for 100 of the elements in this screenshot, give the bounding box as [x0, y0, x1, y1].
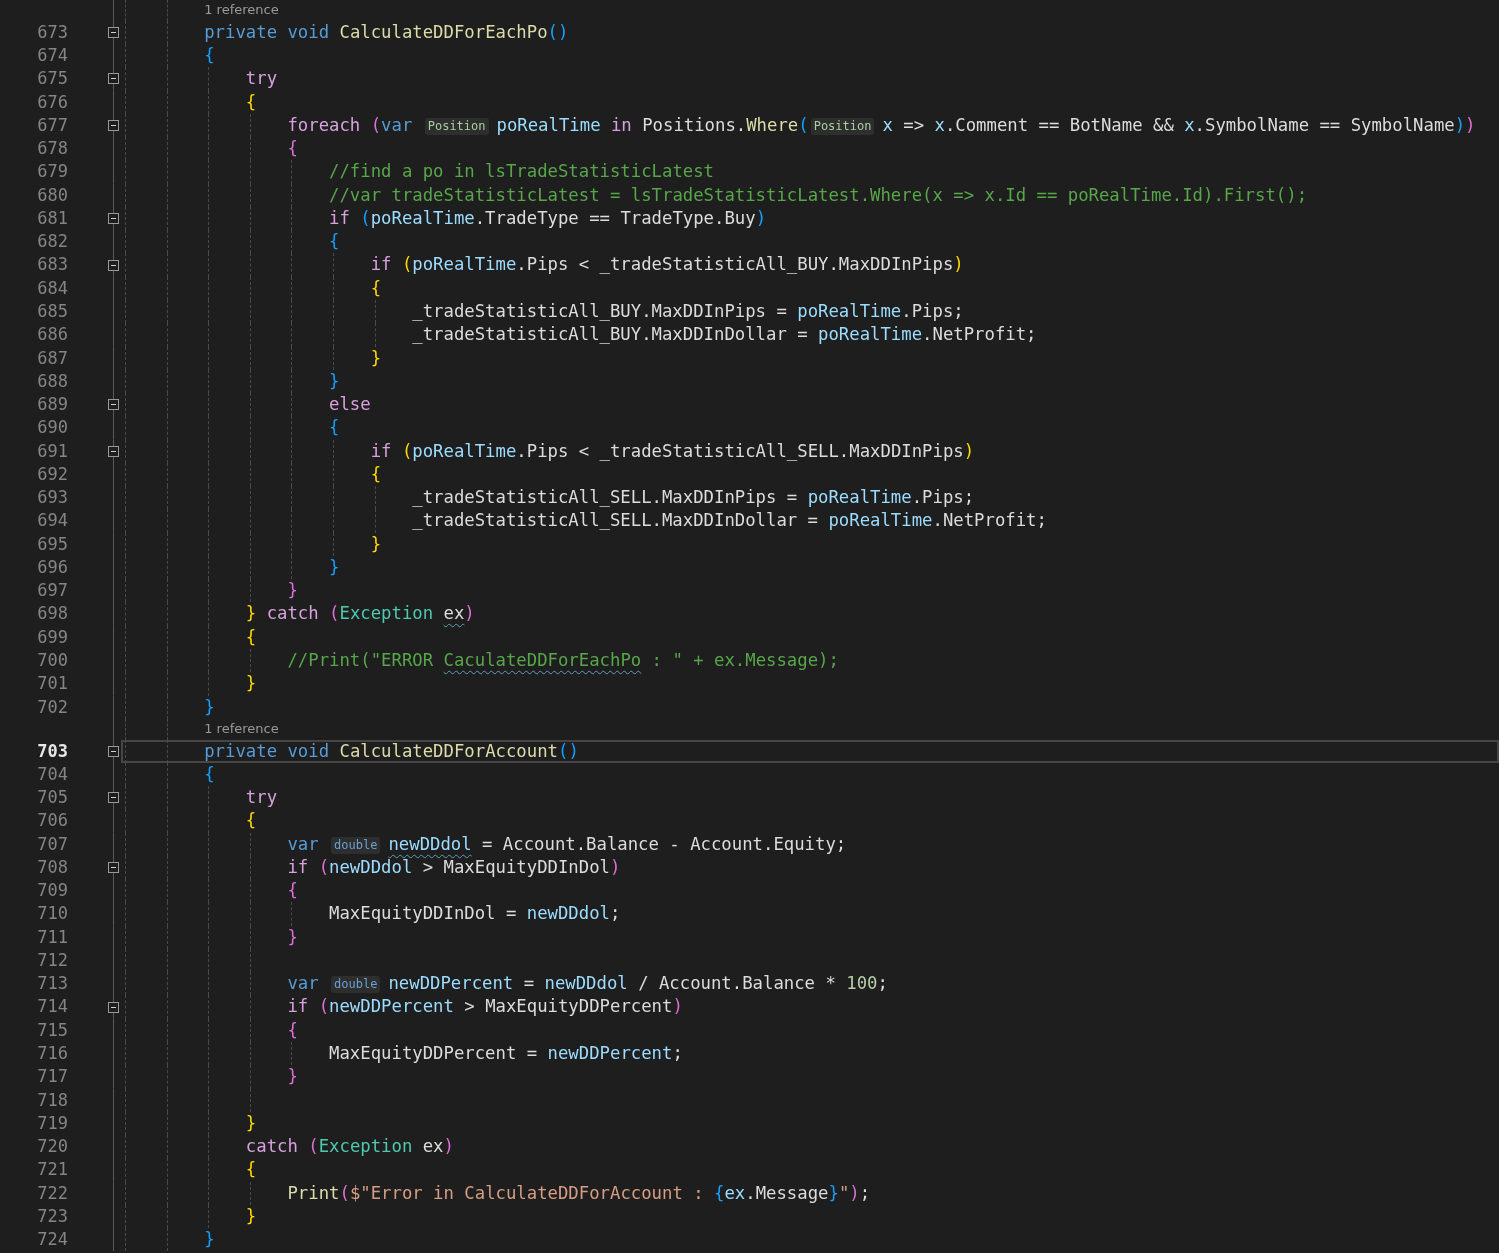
line-number: 704	[36, 762, 68, 786]
line-number: 677	[36, 113, 68, 137]
collapse-icon[interactable]	[107, 445, 119, 457]
line-number: 711	[36, 925, 68, 949]
line-number: 720	[36, 1135, 68, 1159]
code-line: Print($"Error in CalculateDDForAccount : {ex.Message}");	[287, 1181, 871, 1205]
code-line: if (newDDdol > MaxEquityDDInDol)	[287, 855, 621, 879]
collapse-icon[interactable]	[107, 1001, 119, 1013]
code-line: //find a po in lsTradeStatisticLatest	[329, 160, 714, 184]
code-line: //Print("ERROR CaculateDDForEachPo : " + ex.Message);	[287, 648, 839, 672]
code-line: if (poRealTime.Pips < _tradeStatisticAll_BUY.MaxDDInPips)	[370, 253, 964, 277]
collapse-icon[interactable]	[107, 862, 119, 873]
collapse-icon[interactable]	[107, 792, 119, 804]
line-number: 724	[36, 1228, 68, 1252]
line-number: 699	[36, 625, 68, 649]
code-line: _tradeStatisticAll_SELL.MaxDDInDollar = poRealTime.NetProfit;	[412, 509, 1047, 533]
line-number: 683	[36, 253, 68, 277]
line-number: 673	[36, 20, 68, 44]
line-number: 700	[36, 648, 68, 672]
code-line: }	[287, 925, 298, 949]
line-number: 679	[36, 160, 68, 184]
code-line: }	[329, 369, 340, 393]
collapse-icon[interactable]	[107, 73, 119, 85]
line-number: 685	[36, 300, 68, 323]
line-number: 718	[36, 1088, 68, 1112]
line-number: 719	[36, 1111, 68, 1135]
line-number: 723	[36, 1204, 68, 1228]
line-number: 722	[36, 1181, 68, 1205]
line-number: 697	[36, 579, 68, 603]
code-line: if (poRealTime.Pips < _tradeStatisticAll_SELL.MaxDDInPips)	[370, 439, 975, 463]
code-line: {	[287, 879, 298, 903]
line-number: 721	[36, 1158, 68, 1182]
line-number: 687	[36, 346, 68, 370]
line-number: 706	[36, 809, 68, 833]
line-number: 708	[36, 855, 68, 879]
code-line: }	[287, 1065, 298, 1089]
code-line: }	[245, 1204, 257, 1228]
code-line: {	[204, 762, 215, 786]
code-line: {	[329, 416, 340, 440]
code-line: try	[245, 786, 278, 810]
code-line: }	[245, 672, 257, 696]
line-number: 702	[36, 695, 68, 719]
code-line: else	[329, 393, 371, 417]
code-line: if (newDDPercent > MaxEquityDDPercent)	[287, 995, 683, 1019]
line-number: 682	[36, 230, 68, 254]
code-line: var double newDDdol = Account.Balance - Account.Equity;	[287, 832, 847, 856]
line-number: 703	[36, 739, 68, 763]
collapse-icon[interactable]	[107, 213, 119, 225]
code-line: {	[370, 462, 382, 486]
line-number: 698	[36, 602, 68, 626]
line-number: 689	[36, 393, 68, 417]
line-number: 690	[36, 416, 68, 440]
line-number: 692	[36, 462, 68, 486]
line-number: 680	[36, 183, 68, 207]
code-line: }	[329, 555, 340, 579]
line-number: 695	[36, 532, 68, 556]
line-number: 674	[36, 44, 68, 68]
code-line: }	[204, 695, 215, 719]
code-line: _tradeStatisticAll_BUY.MaxDDInPips = poRealTime.Pips;	[412, 300, 964, 323]
code-line: {	[329, 230, 340, 254]
line-number: 717	[36, 1065, 68, 1089]
reference-count-link[interactable]: 1 reference	[204, 718, 279, 740]
code-line: //var tradeStatisticLatest = lsTradeStatisticLatest.Where(x => x.Id == poRealTime.Id).First();	[329, 183, 1308, 207]
code-line: catch (Exception ex)	[245, 1135, 454, 1159]
code-line: {	[245, 1158, 257, 1182]
code-line: MaxEquityDDPercent = newDDPercent;	[329, 1042, 683, 1065]
code-line: _tradeStatisticAll_BUY.MaxDDInDollar = poRealTime.NetProfit;	[412, 323, 1037, 347]
code-line: private void CalculateDDForAccount()	[204, 739, 579, 763]
line-number: 712	[36, 948, 68, 972]
collapse-icon[interactable]	[107, 259, 119, 271]
code-line: {	[204, 44, 215, 68]
line-number: 694	[36, 509, 68, 533]
code-line: }	[287, 579, 298, 603]
line-number: 678	[36, 137, 68, 161]
code-line: try	[245, 67, 278, 91]
code-line: foreach (var Position poRealTime in Positions.Where( Position x => x.Comment == BotName && x.SymbolName == SymbolName))	[287, 113, 1476, 137]
line-number: 686	[36, 323, 68, 347]
line-number: 681	[36, 206, 68, 230]
line-number: 691	[36, 439, 68, 463]
code-line: _tradeStatisticAll_SELL.MaxDDInPips = poRealTime.Pips;	[412, 486, 975, 510]
line-number: 715	[36, 1018, 68, 1042]
line-number: 688	[36, 369, 68, 393]
line-number: 707	[36, 832, 68, 856]
collapse-icon[interactable]	[107, 399, 119, 411]
line-number: 705	[36, 786, 68, 810]
code-line: {	[370, 276, 382, 300]
line-number: 676	[36, 90, 68, 114]
line-number: 701	[36, 672, 68, 696]
line-number: 675	[36, 67, 68, 91]
line-number: 696	[36, 555, 68, 579]
collapse-icon[interactable]	[107, 745, 119, 757]
code-line: {	[287, 137, 298, 161]
line-number: 716	[36, 1042, 68, 1065]
code-line: MaxEquityDDInDol = newDDdol;	[329, 902, 621, 926]
collapse-icon[interactable]	[107, 120, 119, 131]
code-line: }	[370, 532, 382, 556]
reference-count-link[interactable]: 1 reference	[204, 0, 279, 21]
code-line: }	[370, 346, 382, 370]
line-number: 693	[36, 486, 68, 510]
collapse-icon[interactable]	[107, 26, 119, 38]
